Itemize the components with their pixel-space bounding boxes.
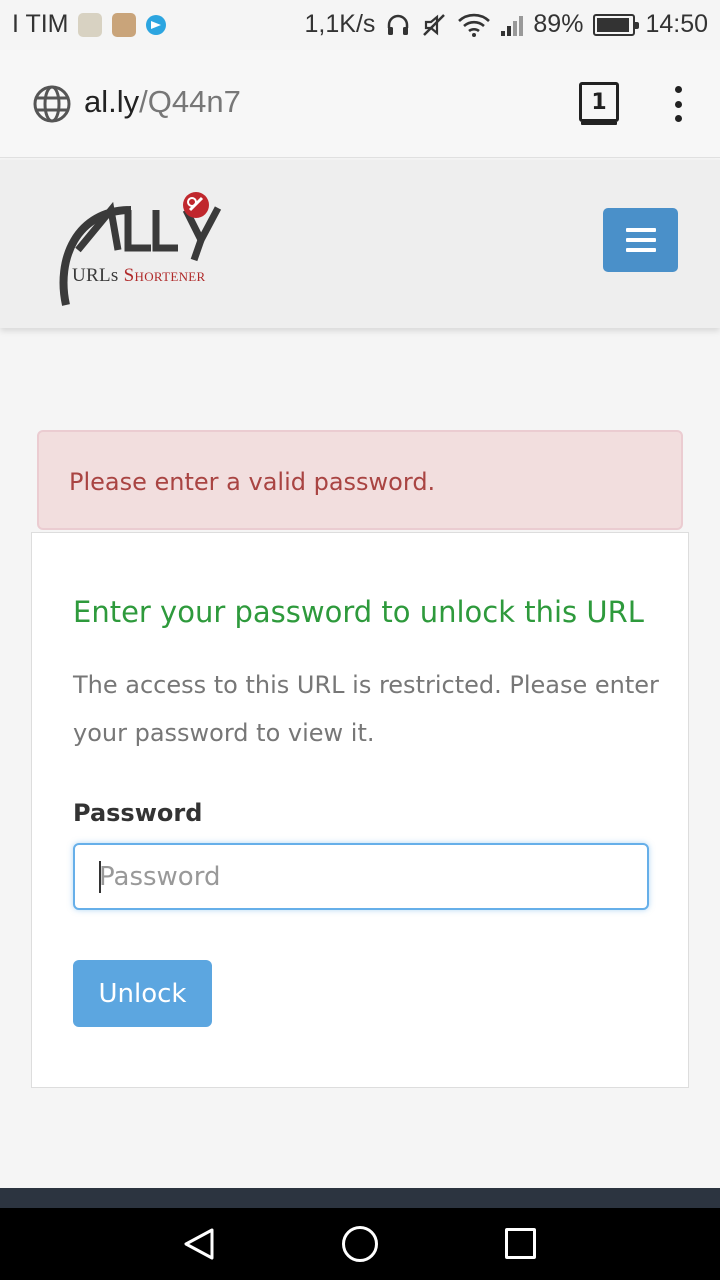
- hamburger-line: [625, 238, 656, 242]
- battery-icon: [593, 13, 640, 36]
- network-speed: 1,1K/s: [304, 10, 376, 38]
- text-cursor: [99, 861, 101, 893]
- music-app-icon: [78, 12, 103, 37]
- battery-percent: 89%: [533, 10, 584, 38]
- mute-icon: [423, 13, 446, 36]
- android-nav-bar: [0, 1208, 720, 1280]
- site-header: URLs Shortener: [0, 160, 720, 328]
- clock: 14:50: [645, 10, 708, 38]
- error-message: Please enter a valid password.: [69, 468, 436, 496]
- password-card: Enter your password to unlock this URL T…: [31, 532, 689, 1088]
- url-path: /Q44n7: [139, 84, 241, 119]
- home-icon[interactable]: [342, 1226, 378, 1262]
- signal-icon: [501, 14, 524, 36]
- unlock-button[interactable]: Unlock: [73, 960, 212, 1027]
- status-bar: I TIM 1,1K/s 89% 14:50: [0, 0, 720, 50]
- card-description: The access to this URL is restricted. Pl…: [73, 671, 659, 747]
- tab-count: 1: [591, 89, 607, 115]
- recent-apps-icon[interactable]: [505, 1228, 536, 1259]
- password-label: Password: [73, 799, 203, 827]
- url-host: al.ly: [84, 84, 140, 119]
- url-field[interactable]: al.ly/Q44n7: [84, 84, 241, 120]
- browser-address-bar: al.ly/Q44n7 1: [0, 50, 720, 158]
- dot-icon: [674, 86, 682, 93]
- logo-tagline: URLs Shortener: [72, 265, 206, 286]
- carrier-name: I TIM: [12, 10, 69, 38]
- tab-switcher-button[interactable]: 1: [579, 82, 619, 122]
- password-input[interactable]: [73, 843, 649, 910]
- site-logo[interactable]: [56, 190, 236, 310]
- wallet-app-icon: [112, 12, 137, 37]
- telegram-icon: [146, 14, 167, 35]
- card-title: Enter your password to unlock this URL: [73, 595, 644, 629]
- hamburger-line: [625, 248, 656, 252]
- hamburger-menu-button[interactable]: [603, 208, 678, 272]
- page-footer: [0, 1188, 720, 1208]
- wifi-icon: [458, 13, 491, 37]
- error-alert: Please enter a valid password.: [37, 430, 683, 530]
- dot-icon: [674, 100, 682, 108]
- headphones-icon: [388, 14, 409, 35]
- browser-menu-button[interactable]: [668, 86, 688, 122]
- globe-icon: [33, 85, 71, 123]
- back-icon[interactable]: [182, 1226, 218, 1262]
- dot-icon: [674, 115, 682, 122]
- hamburger-icon: [625, 228, 656, 232]
